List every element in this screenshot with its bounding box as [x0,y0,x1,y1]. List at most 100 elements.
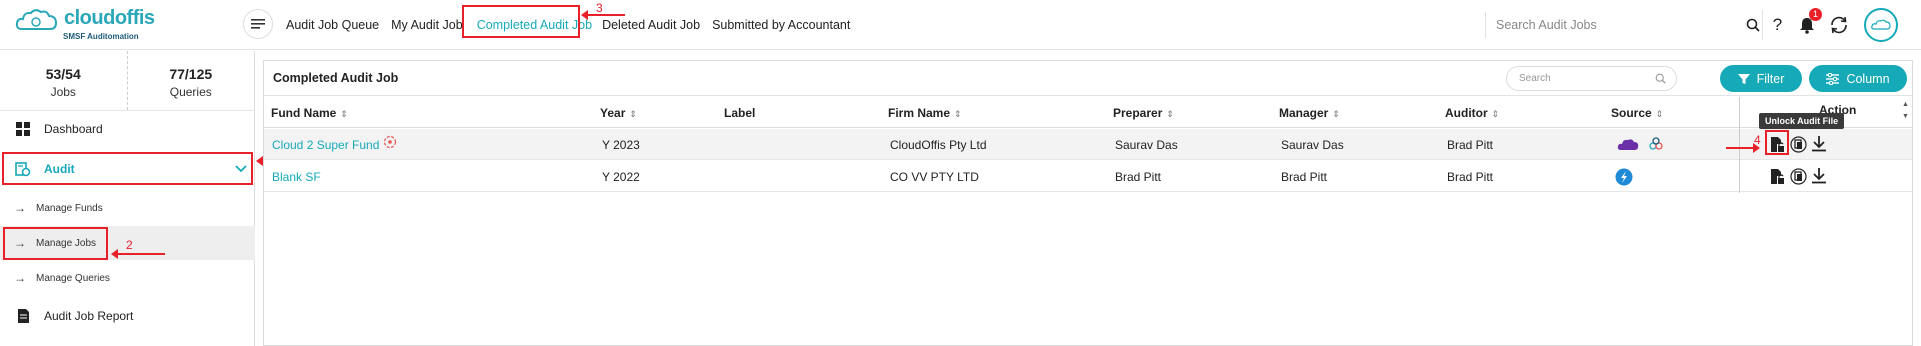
auditor-cell: Brad Pitt [1447,138,1494,152]
highlight-unlock-audit-file [1765,130,1789,155]
sidebar-item-audit-job-report[interactable]: Audit Job Report [0,301,255,331]
col-auditor[interactable]: Auditor ⇕ [1445,106,1499,120]
filter-label: Filter [1756,71,1785,86]
filter-button[interactable]: Filter [1720,65,1802,92]
nav-submitted-by-accountant[interactable]: Submitted by Accountant [712,18,850,32]
col-firm-name[interactable]: Firm Name ⇕ [888,106,962,120]
col-preparer[interactable]: Preparer ⇕ [1113,106,1174,120]
download-button[interactable] [1810,134,1828,152]
jobs-label: Jobs [50,85,76,99]
menu-toggle-button[interactable] [243,9,273,39]
sort-icon: ⇕ [1491,109,1500,119]
firm-name-cell: CO VV PTY LTD [890,170,979,184]
sidebar-item-manage-queries[interactable]: → Manage Queries [0,261,255,295]
step-4-arrow [1726,143,1760,153]
brand-tagline: SMSF Auditomation [63,32,139,41]
firm-name-cell: CloudOffis Pty Ltd [890,138,987,152]
dashboard-icon [14,120,32,138]
manager-cell: Brad Pitt [1281,170,1328,184]
queries-stat: 77/125 Queries [126,51,255,110]
fund-name-link[interactable]: Cloud 2 Super Fund [272,138,379,152]
scroll-arrows[interactable]: ▲ ▼ [1902,99,1912,123]
sidebar-label-audit-job-report: Audit Job Report [44,309,134,323]
table-search-field[interactable]: Search [1506,66,1677,91]
download-button[interactable] [1810,166,1828,184]
sort-icon: ⇕ [954,109,962,119]
sidebar-stats: 53/54 Jobs 77/125 Queries [0,51,254,111]
help-button[interactable]: ? [1762,10,1792,40]
sliders-icon [1826,72,1840,85]
search-audit-jobs-field[interactable]: Search Audit Jobs [1485,12,1760,38]
col-label: Label [724,106,756,120]
download-icon [1812,167,1826,183]
nav-deleted-audit-job[interactable]: Deleted Audit Job [602,18,700,32]
sync-icon [1831,16,1847,34]
col-source[interactable]: Source ⇕ [1611,106,1663,120]
table-row[interactable]: Cloud 2 Super Fund Y 2023 CloudOffis Pty… [264,129,1912,160]
top-header: cloudoffis SMSF Auditomation Audit Job Q… [0,0,1921,50]
step-3-arrow [581,10,625,20]
manager-cell: Saurav Das [1281,138,1344,152]
user-avatar[interactable] [1864,8,1898,42]
col-manager[interactable]: Manager ⇕ [1279,106,1340,120]
class-cloud-source-icon [1617,139,1639,150]
queries-count: 77/125 [169,66,213,82]
cloud-logo-icon [15,9,58,30]
col-fund-name[interactable]: Fund Name ⇕ [271,106,348,120]
search-icon[interactable] [1746,18,1760,32]
cloudoffis-source-icon [1649,137,1663,150]
step-3-label: 3 [596,1,603,15]
preparer-cell: Saurav Das [1115,138,1178,152]
nav-audit-job-queue[interactable]: Audit Job Queue [286,18,379,32]
brand-name: cloudoffis [64,7,155,29]
fund-name-link[interactable]: Blank SF [272,170,321,184]
sort-icon: ⇕ [1332,109,1340,119]
action-column-divider [1739,97,1740,193]
reopen-icon[interactable] [383,135,397,149]
search-audit-jobs-input[interactable]: Search Audit Jobs [1496,18,1746,32]
jobs-count: 53/54 [45,66,81,82]
sidebar-item-dashboard[interactable]: Dashboard [0,114,255,144]
nav-my-audit-job[interactable]: My Audit Job [391,18,463,32]
sync-button[interactable] [1822,10,1856,40]
sidebar-item-manage-funds[interactable]: → Manage Funds [0,191,255,225]
copy-icon [1789,167,1807,185]
copy-button[interactable] [1789,135,1807,153]
search-icon [1655,73,1666,84]
highlight-completed-audit-job [462,5,580,38]
year-cell: Y 2022 [602,170,640,184]
queries-label: Queries [169,85,212,99]
highlight-manage-jobs [3,227,108,260]
preparer-cell: Brad Pitt [1115,170,1162,184]
col-year[interactable]: Year ⇕ [600,106,637,120]
notifications-button[interactable]: 1 [1792,8,1822,40]
sidebar-label-manage-funds: Manage Funds [36,202,103,214]
avatar-logo-icon [1871,19,1891,30]
sidebar: 53/54 Jobs 77/125 Queries Dashboard Audi… [0,51,255,346]
column-label: Column [1846,71,1890,86]
table-search-input[interactable]: Search [1519,73,1655,84]
sort-icon: ⇕ [629,109,637,119]
cloudoffis-logo[interactable]: cloudoffis SMSF Auditomation [14,5,174,45]
report-icon [14,307,32,325]
step-2-label: 2 [126,238,133,252]
unlock-audit-file-tooltip: Unlock Audit File [1759,113,1845,129]
filter-icon [1737,73,1750,84]
panel-header: Completed Audit Job Search Filter Column [264,61,1912,96]
table-row[interactable]: Blank SF Y 2022 CO VV PTY LTD Brad Pitt … [264,161,1912,192]
sort-icon: ⇕ [340,109,348,119]
unlock-audit-file-button[interactable] [1768,167,1786,185]
column-button[interactable]: Column [1809,65,1907,92]
header-icons: ? 1 [1762,8,1898,42]
step-2-arrow [111,249,165,259]
page-title: Completed Audit Job [273,71,399,85]
arrow-right-icon: → [14,271,26,285]
auditor-cell: Brad Pitt [1447,170,1494,184]
download-icon [1812,135,1826,151]
copy-button[interactable] [1789,167,1807,185]
notification-badge: 1 [1809,8,1822,21]
completed-audit-job-panel: Completed Audit Job Search Filter Column… [263,60,1913,346]
jobs-stat: 53/54 Jobs [0,51,127,110]
table-header: Fund Name ⇕ Year ⇕ Label Firm Name ⇕ Prepar… [264,97,1912,128]
sidebar-label-manage-queries: Manage Queries [36,272,110,284]
